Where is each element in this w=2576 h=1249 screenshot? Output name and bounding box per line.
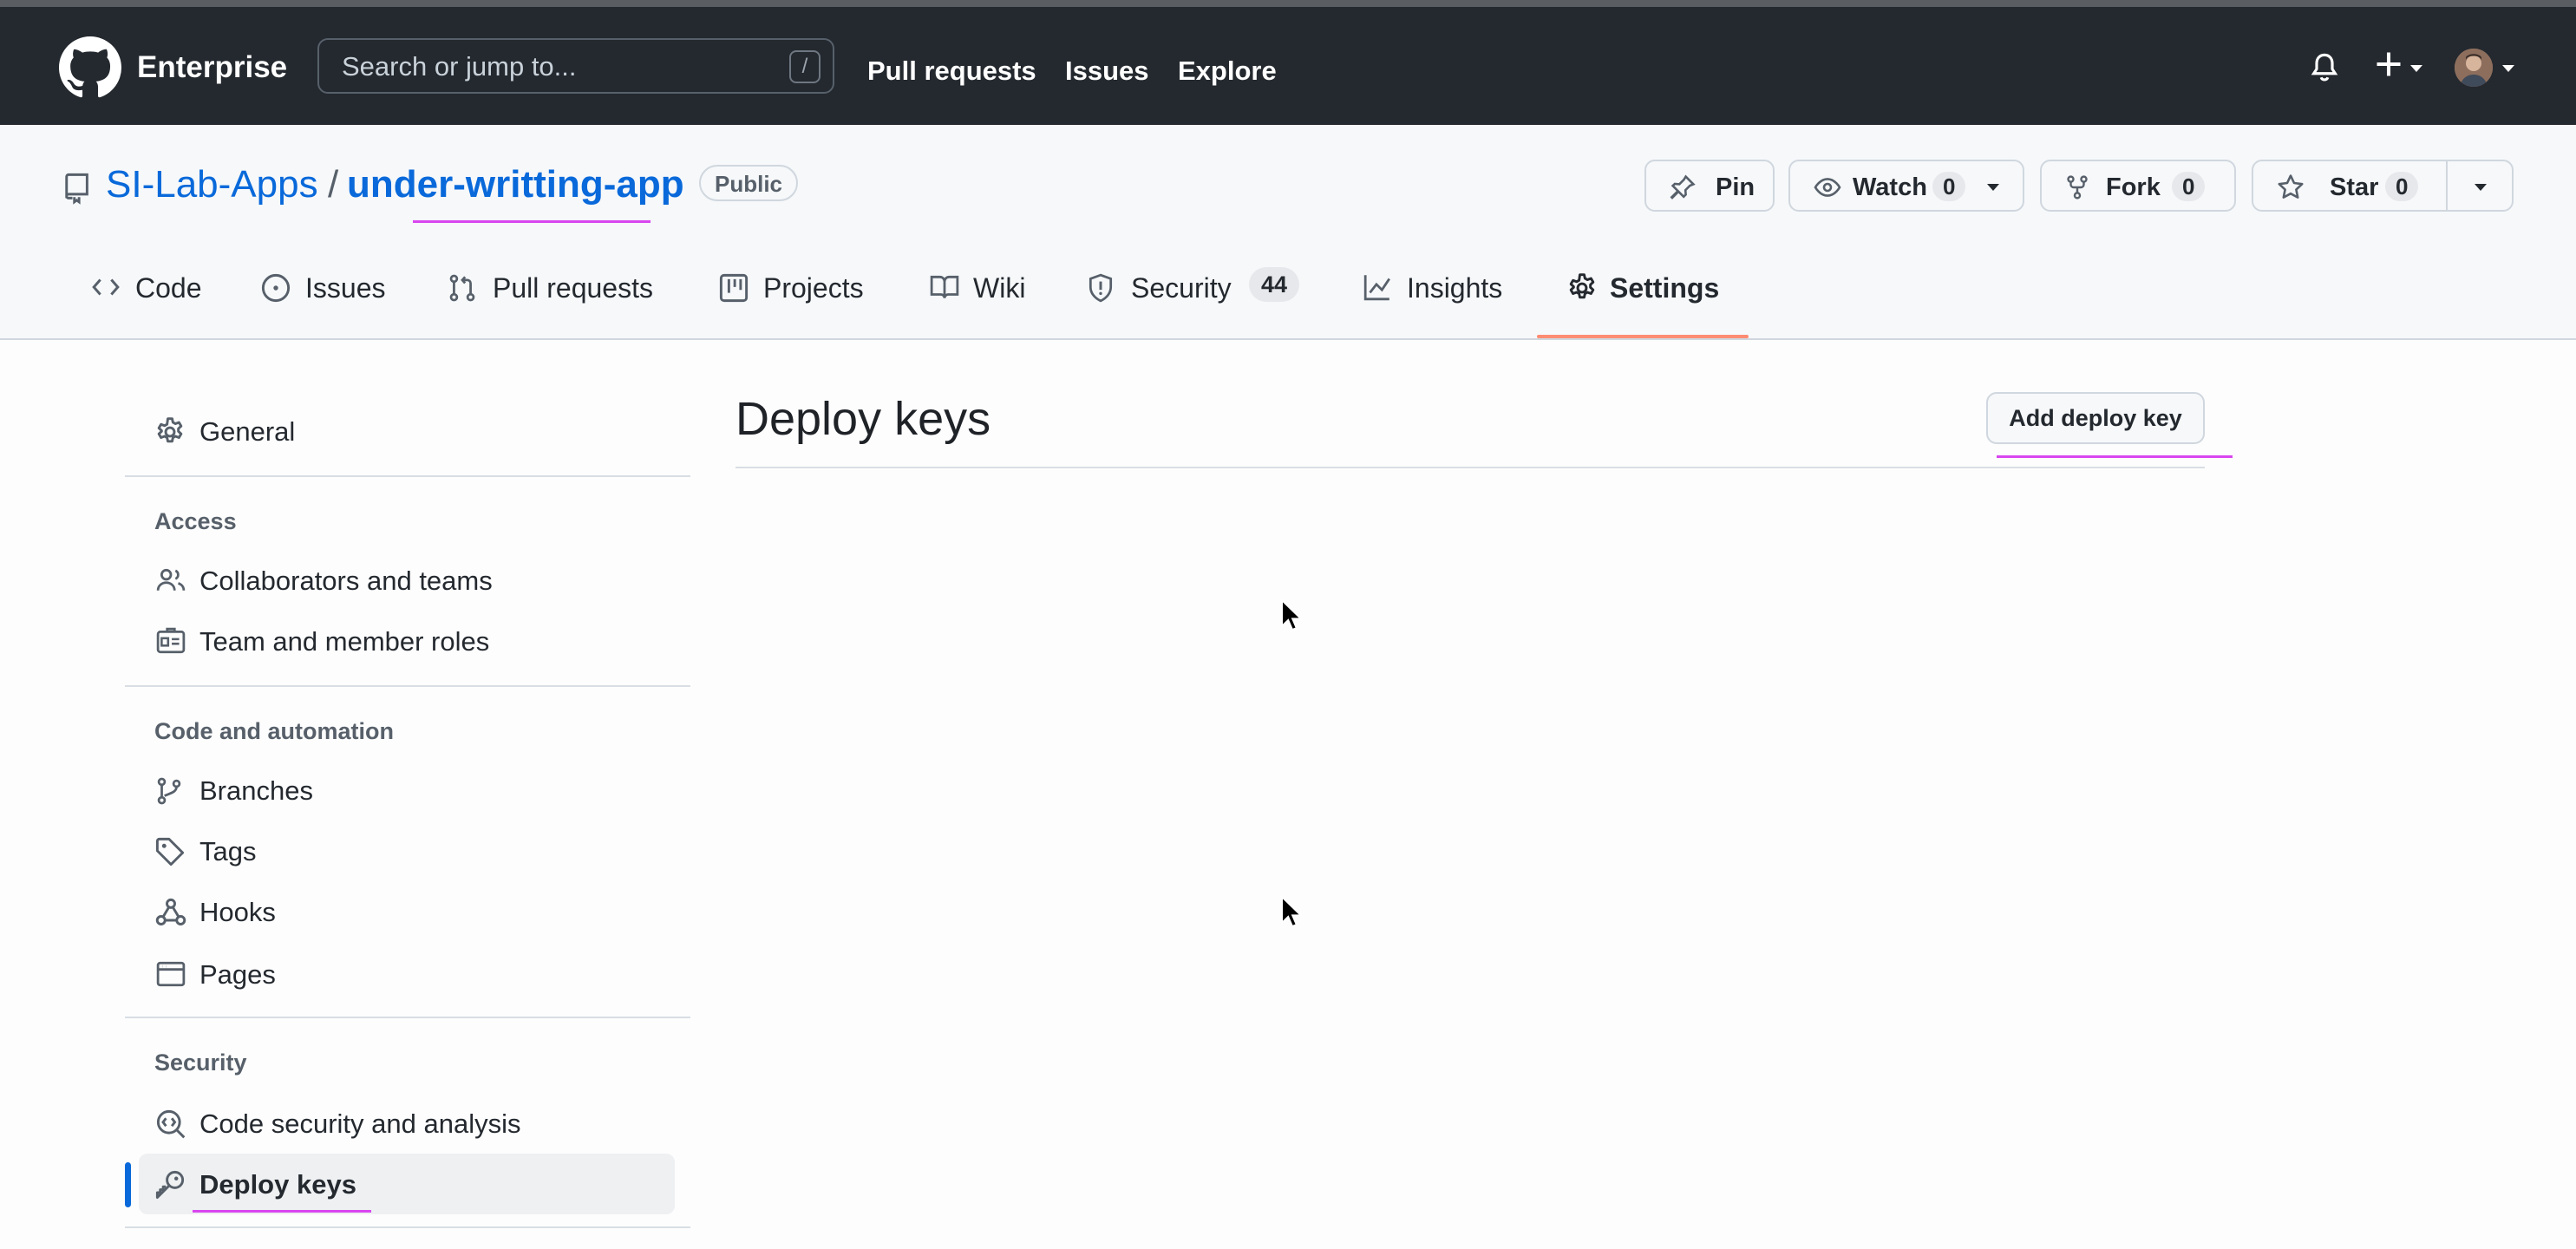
tag-icon <box>155 837 185 866</box>
tab-insights[interactable]: Insights <box>1362 272 1502 309</box>
book-icon <box>930 275 959 298</box>
fork-button[interactable]: Fork 0 <box>2040 160 2236 212</box>
sidebar-item-label: General <box>199 416 296 447</box>
nav-issues[interactable]: Issues <box>1065 56 1149 87</box>
browser-icon <box>156 961 186 987</box>
gear-icon <box>1569 273 1595 299</box>
watch-button[interactable]: Watch 0 <box>1788 160 2024 212</box>
star-icon <box>2278 174 2304 199</box>
tab-wiki-label: Wiki <box>973 272 1026 304</box>
pin-icon <box>1670 174 1696 199</box>
tab-settings-label: Settings <box>1610 272 1720 304</box>
nav-explore[interactable]: Explore <box>1178 56 1277 87</box>
tab-projects-label: Projects <box>763 272 864 304</box>
sidebar-heading-access: Access <box>154 508 237 534</box>
watch-count: 0 <box>1932 172 1966 201</box>
tab-pull-requests[interactable]: Pull requests <box>448 272 653 311</box>
pin-button[interactable]: Pin <box>1644 160 1775 212</box>
git-pull-request-icon <box>449 274 475 302</box>
repo-name-link[interactable]: under-writting-app <box>347 163 684 206</box>
pin-label: Pin <box>1716 173 1755 201</box>
issue-opened-icon <box>261 273 291 303</box>
mouse-cursor-icon <box>1281 895 1303 928</box>
nav-pull-requests[interactable]: Pull requests <box>867 56 1036 87</box>
table-icon <box>719 273 749 303</box>
bell-icon[interactable] <box>2309 50 2340 85</box>
tab-settings[interactable]: Settings <box>1566 272 1719 311</box>
tab-issues-label: Issues <box>305 272 386 304</box>
tab-security[interactable]: Security 44 <box>1086 267 1300 311</box>
global-header: Enterprise / Pull requests Issues Explor… <box>0 7 2576 125</box>
enterprise-label[interactable]: Enterprise <box>137 50 287 85</box>
watch-caret-icon[interactable] <box>1986 183 2000 192</box>
mouse-cursor-icon <box>1281 598 1303 631</box>
repo-icon <box>65 173 88 205</box>
sidebar-item-label: Hooks <box>199 897 276 927</box>
sidebar-item-label: Deploy keys <box>199 1169 356 1200</box>
add-deploy-key-button[interactable]: Add deploy key <box>1986 392 2205 444</box>
plus-icon[interactable] <box>2373 49 2404 80</box>
repo-owner-link[interactable]: SI-Lab-Apps <box>106 163 318 206</box>
annotation-underline <box>193 1210 371 1213</box>
avatar[interactable] <box>2455 49 2493 87</box>
watch-label: Watch <box>1853 173 1927 201</box>
star-caret-icon <box>2475 184 2487 191</box>
github-logo-icon[interactable] <box>59 36 121 99</box>
sidebar-heading-code-automation: Code and automation <box>154 718 394 744</box>
plus-caret-icon[interactable] <box>2409 64 2423 73</box>
avatar-caret-icon[interactable] <box>2501 64 2515 73</box>
tab-security-label: Security <box>1131 272 1232 304</box>
people-icon <box>156 568 186 591</box>
sidebar-item-label: Code security and analysis <box>199 1108 521 1139</box>
repo-header: SI-Lab-Apps / under-writting-app Public … <box>0 125 2576 340</box>
codescan-icon <box>156 1109 186 1139</box>
sidebar-heading-security: Security <box>154 1050 247 1076</box>
security-alert-count: 44 <box>1249 267 1300 302</box>
tab-code[interactable]: Code <box>90 272 202 309</box>
star-button[interactable]: Star 0 <box>2252 160 2448 212</box>
tab-code-label: Code <box>135 272 202 304</box>
star-count: 0 <box>2385 172 2419 201</box>
window-top-strip <box>0 0 2576 7</box>
sidebar-divider <box>125 475 690 477</box>
selected-tab-indicator <box>1537 335 1749 338</box>
visibility-badge: Public <box>699 165 799 201</box>
tab-issues[interactable]: Issues <box>260 272 385 311</box>
code-icon <box>92 278 120 296</box>
sidebar-item-label: Team and member roles <box>199 626 490 657</box>
shield-icon <box>1089 273 1113 303</box>
graph-icon <box>1363 275 1390 301</box>
fork-count: 0 <box>2172 172 2206 201</box>
git-branch-icon <box>157 777 181 805</box>
star-list-dropdown[interactable] <box>2446 160 2514 212</box>
page-title: Deploy keys <box>736 393 991 445</box>
title-divider <box>736 467 2205 468</box>
sidebar-item-label: Tags <box>199 836 257 866</box>
sidebar-active-indicator <box>125 1162 131 1207</box>
sidebar-item-label: Pages <box>199 959 276 990</box>
key-icon <box>155 1170 185 1200</box>
fork-label: Fork <box>2106 173 2161 201</box>
tab-projects[interactable]: Projects <box>718 272 864 311</box>
search-shortcut-key: / <box>789 50 821 83</box>
sidebar-divider <box>125 1017 690 1018</box>
webhook-icon <box>155 898 186 925</box>
sidebar-divider <box>125 1226 690 1228</box>
eye-icon <box>1814 178 1841 197</box>
annotation-underline <box>413 220 651 223</box>
repo-forked-icon <box>2067 175 2088 199</box>
sidebar-divider <box>125 685 690 687</box>
id-badge-icon <box>156 627 186 654</box>
star-label: Star <box>2330 173 2379 201</box>
search-box[interactable]: / <box>317 38 834 94</box>
sidebar-item-label: Collaborators and teams <box>199 566 493 596</box>
search-input[interactable] <box>340 40 777 94</box>
tab-wiki[interactable]: Wiki <box>928 272 1025 309</box>
sidebar-item-label: Branches <box>199 775 313 806</box>
tab-insights-label: Insights <box>1407 272 1503 304</box>
gear-icon <box>157 417 183 443</box>
tab-pull-requests-label: Pull requests <box>493 272 653 304</box>
annotation-underline <box>1997 455 2233 458</box>
repo-path-separator: / <box>328 163 339 206</box>
